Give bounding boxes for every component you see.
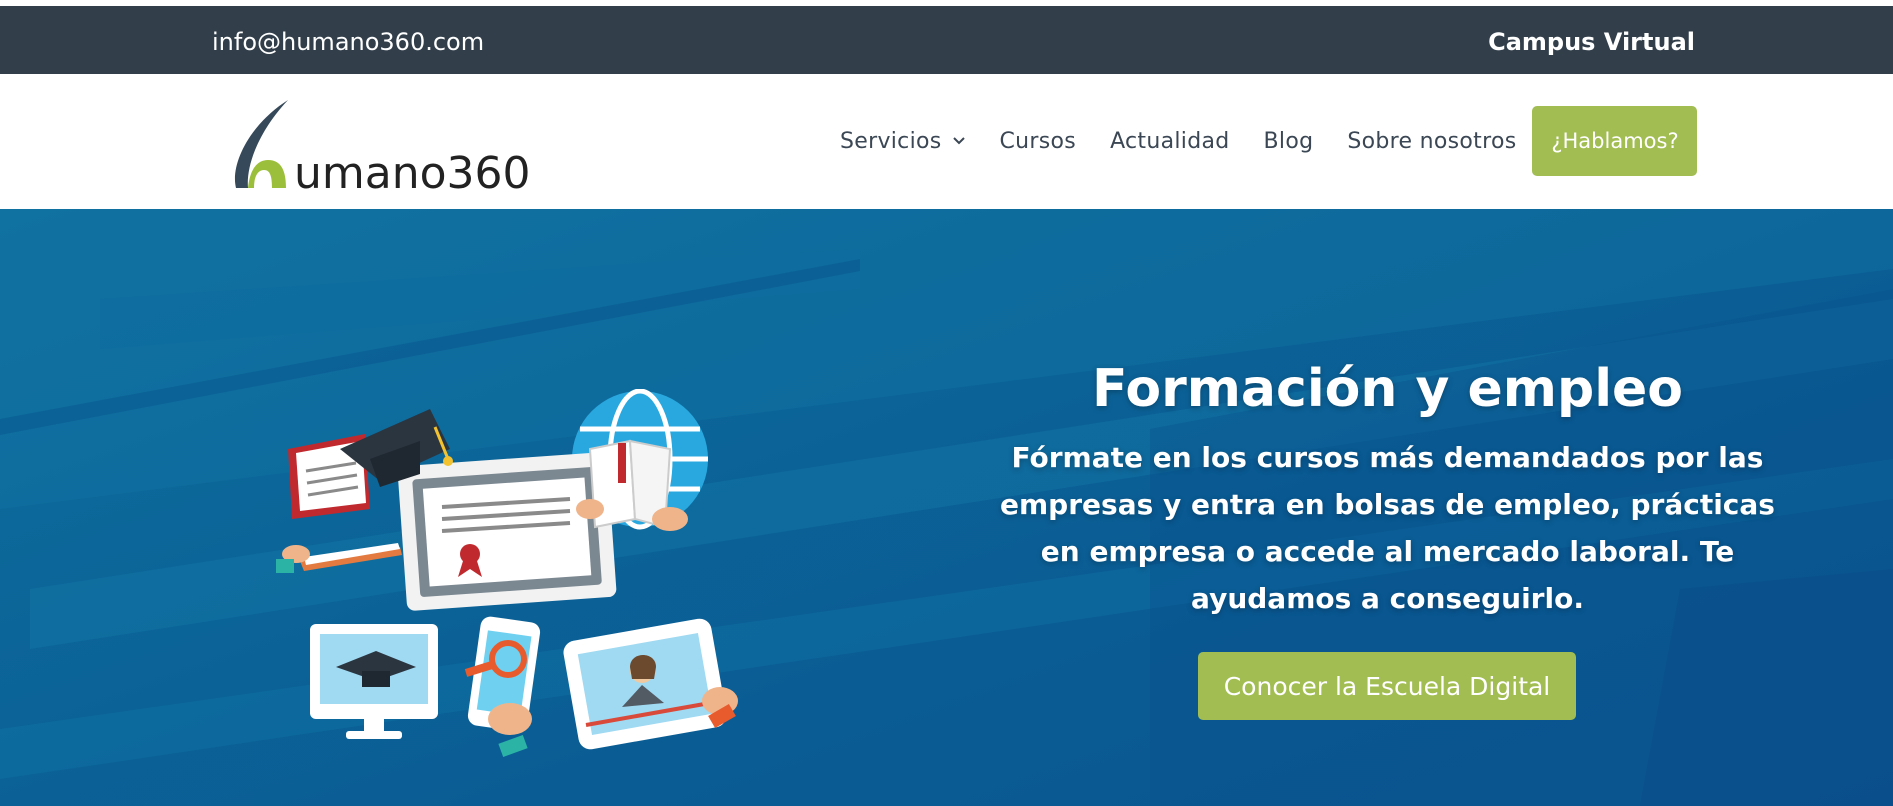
nav-item-servicios[interactable]: Servicios xyxy=(840,129,966,154)
chevron-down-icon xyxy=(952,137,965,145)
top-bar: info@humano360.com Campus Virtual xyxy=(0,6,1893,74)
nav-item-label: Blog xyxy=(1263,128,1314,154)
phone-icon xyxy=(464,616,541,758)
nav-item-sobre-nosotros[interactable]: Sobre nosotros xyxy=(1347,129,1516,154)
education-illustration xyxy=(270,388,750,789)
nav-item-label: Servicios xyxy=(840,128,942,154)
logo-text: umano360 xyxy=(294,148,528,196)
hero-title: Formación y empleo xyxy=(1091,359,1684,419)
pen-hand-icon xyxy=(276,543,402,573)
campus-virtual-link[interactable]: Campus Virtual xyxy=(1488,28,1695,56)
hero-description: Fórmate en los cursos más demandados por… xyxy=(1000,441,1775,615)
nav-item-actualidad[interactable]: Actualidad xyxy=(1110,129,1229,154)
escuela-digital-button[interactable]: Conocer la Escuela Digital xyxy=(1198,652,1576,720)
email-link[interactable]: info@humano360.com xyxy=(212,28,484,56)
nav-item-cursos[interactable]: Cursos xyxy=(1000,129,1077,154)
nav-item-label: Actualidad xyxy=(1110,128,1230,154)
certificate-icon xyxy=(397,452,617,611)
hero-section: Formación y empleo Fórmate en los cursos… xyxy=(0,209,1893,806)
logo[interactable]: umano360 xyxy=(228,86,531,199)
contact-cta-button[interactable]: ¿Hablamos? xyxy=(1532,106,1698,176)
logo-mark-icon: umano360 xyxy=(234,100,531,199)
main-nav: Servicios Cursos Actualidad Blog Sobre n… xyxy=(840,106,1698,176)
monitor-icon xyxy=(310,624,438,739)
nav-item-blog[interactable]: Blog xyxy=(1264,129,1314,154)
nav-item-label: Sobre nosotros xyxy=(1347,128,1517,154)
site-header: umano360 Servicios Cursos Actualidad Blo… xyxy=(0,74,1893,209)
tablet-icon xyxy=(563,618,738,750)
nav-item-label: Cursos xyxy=(999,128,1077,154)
